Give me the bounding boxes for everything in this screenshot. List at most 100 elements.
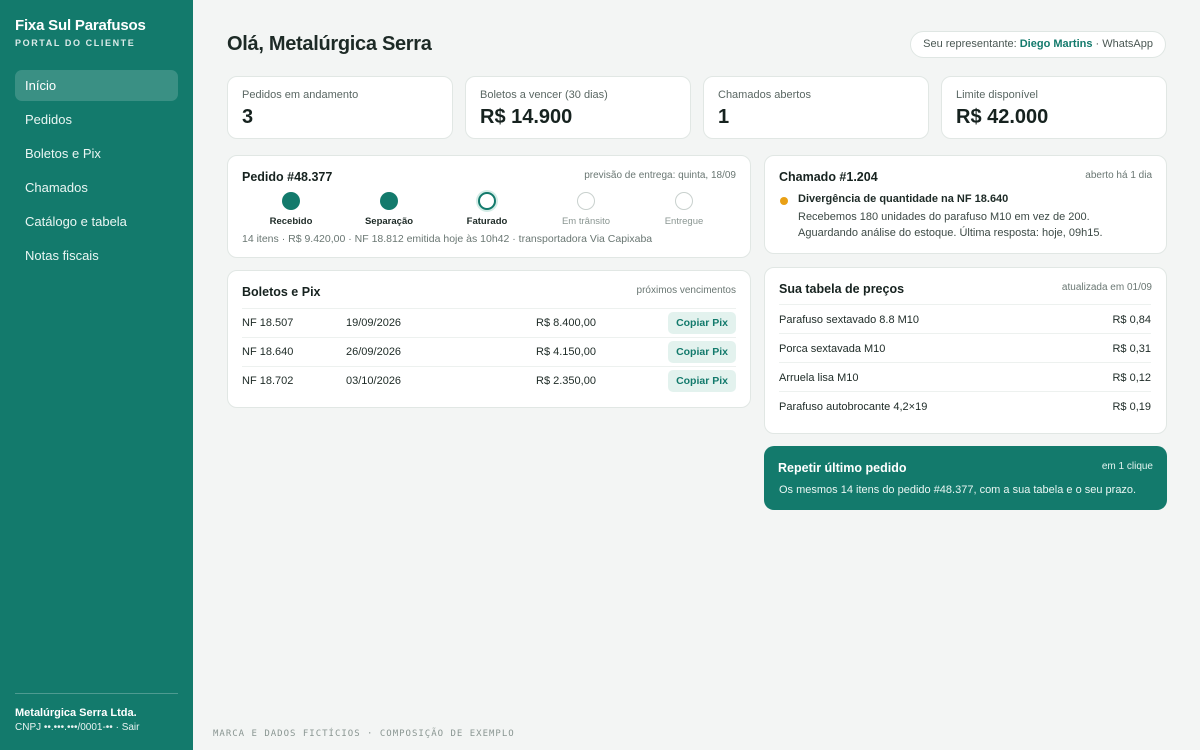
price-table-meta: atualizada em 01/09	[1061, 282, 1152, 293]
table-row: NF 18.640 26/09/2026 R$ 4.150,00 Copiar …	[242, 337, 736, 366]
step-done-icon	[380, 192, 398, 210]
account-info: Metalúrgica Serra Ltda. CNPJ ••.•••.•••/…	[15, 693, 178, 733]
order-stepper: Recebido Separação Faturado Em trânsito …	[242, 192, 738, 232]
product-name: Arruela lisa M10	[779, 372, 859, 384]
sidebar-item-pedidos[interactable]: Pedidos	[15, 104, 178, 135]
stat-card-tickets[interactable]: Chamados abertos 1	[703, 76, 929, 139]
stat-label: Boletos a vencer (30 dias)	[480, 89, 608, 101]
boleto-value: R$ 8.400,00	[536, 317, 596, 329]
company-name: Metalúrgica Serra Ltda.	[15, 707, 137, 719]
step-pending-icon	[675, 192, 693, 210]
product-price: R$ 0,31	[1112, 343, 1151, 355]
sidebar-item-inicio[interactable]: Início	[15, 70, 178, 101]
repeat-meta: em 1 clique	[1101, 461, 1153, 472]
logout-link[interactable]: Sair	[122, 722, 140, 733]
boleto-nf: NF 18.702	[242, 375, 294, 387]
stat-card-boletos[interactable]: Boletos a vencer (30 dias) R$ 14.900	[465, 76, 691, 139]
order-info: 14 itens · R$ 9.420,00 · NF 18.812 emiti…	[242, 233, 653, 245]
footer-disclaimer: MARCA E DADOS FICTÍCIOS · COMPOSIÇÃO DE …	[213, 729, 515, 739]
product-price: R$ 0,84	[1112, 314, 1151, 326]
rep-separator: ·	[1092, 38, 1103, 50]
cnpj-row: CNPJ ••.•••.•••/0001-•• · Sair	[15, 722, 178, 733]
step-done-icon	[282, 192, 300, 210]
repeat-order-button[interactable]: Repetir último pedido em 1 clique Os mes…	[764, 446, 1167, 510]
boletos-title: Boletos e Pix	[242, 285, 321, 299]
step-label: Separação	[364, 216, 414, 227]
boleto-nf: NF 18.507	[242, 317, 294, 329]
list-item: Porca sextavada M10 R$ 0,31	[779, 333, 1151, 362]
page-title: Olá, Metalúrgica Serra	[227, 33, 432, 55]
boleto-nf: NF 18.640	[242, 346, 294, 358]
stat-label: Chamados abertos	[718, 89, 811, 101]
copy-pix-button[interactable]: Copiar Pix	[668, 370, 736, 392]
ticket-body: Recebemos 180 unidades do parafuso M10 e…	[798, 209, 1158, 241]
representative-pill: Seu representante: Diego Martins · Whats…	[910, 31, 1166, 58]
cnpj: CNPJ ••.•••.•••/0001-•• ·	[15, 722, 122, 733]
step-entregue: Entregue	[639, 192, 729, 227]
ticket-line: Aguardando análise do estoque. Última re…	[798, 227, 1103, 239]
stat-card-credit[interactable]: Limite disponível R$ 42.000	[941, 76, 1167, 139]
step-faturado: Faturado	[442, 192, 532, 227]
repeat-description: Os mesmos 14 itens do pedido #48.377, co…	[779, 484, 1137, 496]
table-row: NF 18.507 19/09/2026 R$ 8.400,00 Copiar …	[242, 308, 736, 337]
sidebar-item-notas[interactable]: Notas fiscais	[15, 240, 178, 271]
price-table-card: Sua tabela de preços atualizada em 01/09…	[764, 267, 1167, 434]
table-row: NF 18.702 03/10/2026 R$ 2.350,00 Copiar …	[242, 366, 736, 395]
brand[interactable]: Fixa Sul Parafusos PORTAL DO CLIENTE	[15, 17, 146, 48]
stat-label: Pedidos em andamento	[242, 89, 359, 101]
boleto-date: 03/10/2026	[346, 375, 402, 387]
order-delivery: previsão de entrega: quinta, 18/09	[584, 170, 736, 181]
list-item: Arruela lisa M10 R$ 0,12	[779, 362, 1151, 391]
rep-prefix: Seu representante:	[923, 38, 1020, 50]
main-content: Olá, Metalúrgica Serra Seu representante…	[193, 0, 1200, 750]
sidebar: Fixa Sul Parafusos PORTAL DO CLIENTE Iní…	[0, 0, 193, 750]
rep-name-link[interactable]: Diego Martins	[1020, 38, 1093, 50]
stat-value: 3	[242, 106, 254, 128]
step-em-transito: Em trânsito	[541, 192, 631, 227]
step-label: Recebido	[269, 216, 313, 227]
product-name: Porca sextavada M10	[779, 343, 886, 355]
boletos-meta: próximos vencimentos	[636, 285, 736, 296]
boleto-date: 19/09/2026	[346, 317, 402, 329]
boleto-value: R$ 4.150,00	[536, 346, 596, 358]
brand-subtitle: PORTAL DO CLIENTE	[15, 38, 136, 48]
product-name: Parafuso sextavado 8.8 M10	[779, 314, 920, 326]
list-item: Parafuso autobrocante 4,2×19 R$ 0,19	[779, 391, 1151, 420]
ticket-headline: Divergência de quantidade na NF 18.640	[798, 193, 1009, 205]
ticket-line: Recebemos 180 unidades do parafuso M10 e…	[798, 211, 1090, 223]
step-label: Faturado	[466, 216, 508, 227]
ticket-card[interactable]: Chamado #1.204 aberto há 1 dia Divergênc…	[764, 155, 1167, 254]
sidebar-item-chamados[interactable]: Chamados	[15, 172, 178, 203]
sidebar-item-boletos[interactable]: Boletos e Pix	[15, 138, 178, 169]
status-dot-icon	[780, 197, 788, 205]
step-current-icon	[478, 192, 496, 210]
brand-name: Fixa Sul Parafusos	[15, 17, 146, 34]
order-title: Pedido #48.377	[242, 170, 333, 184]
step-separacao: Separação	[344, 192, 434, 227]
order-card[interactable]: Pedido #48.377 previsão de entrega: quin…	[227, 155, 751, 258]
boleto-date: 26/09/2026	[346, 346, 402, 358]
list-item: Parafuso sextavado 8.8 M10 R$ 0,84	[779, 304, 1151, 333]
stat-value: R$ 42.000	[956, 106, 1049, 128]
stat-value: 1	[718, 106, 730, 128]
product-price: R$ 0,19	[1112, 401, 1151, 413]
step-label: Em trânsito	[561, 216, 611, 227]
boletos-card: Boletos e Pix próximos vencimentos NF 18…	[227, 270, 751, 408]
ticket-title: Chamado #1.204	[779, 170, 878, 184]
price-table-title: Sua tabela de preços	[779, 282, 905, 296]
stat-card-orders[interactable]: Pedidos em andamento 3	[227, 76, 453, 139]
step-label: Entregue	[664, 216, 704, 227]
sidebar-item-catalogo[interactable]: Catálogo e tabela	[15, 206, 178, 237]
stat-label: Limite disponível	[956, 89, 1038, 101]
boleto-value: R$ 2.350,00	[536, 375, 596, 387]
repeat-title: Repetir último pedido	[778, 461, 907, 475]
sidebar-nav: Início Pedidos Boletos e Pix Chamados Ca…	[15, 70, 178, 274]
copy-pix-button[interactable]: Copiar Pix	[668, 312, 736, 334]
step-pending-icon	[577, 192, 595, 210]
product-name: Parafuso autobrocante 4,2×19	[779, 401, 928, 413]
whatsapp-link[interactable]: WhatsApp	[1102, 38, 1153, 50]
copy-pix-button[interactable]: Copiar Pix	[668, 341, 736, 363]
product-price: R$ 0,12	[1112, 372, 1151, 384]
stat-value: R$ 14.900	[480, 106, 573, 128]
step-recebido: Recebido	[246, 192, 336, 227]
